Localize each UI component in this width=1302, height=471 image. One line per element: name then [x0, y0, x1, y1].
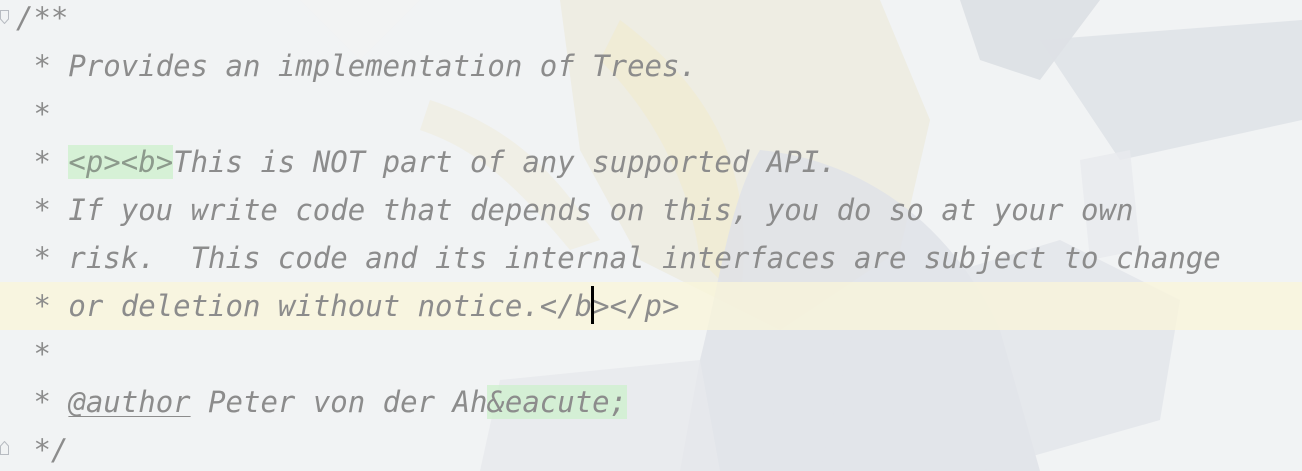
code-line[interactable]: * If you write code that depends on this…: [0, 186, 1302, 234]
current-code-line[interactable]: * or deletion without notice.</b></p>: [0, 282, 1302, 330]
code-text: Peter von der Ah: [190, 385, 488, 419]
code-text: * risk. This code and its internal inter…: [16, 241, 1221, 275]
code-text: /**: [16, 1, 69, 35]
code-line[interactable]: * Provides an implementation of Trees.: [0, 42, 1302, 90]
code-text: This is NOT part of any supported API.: [173, 145, 837, 179]
code-text: */: [16, 433, 69, 467]
html-entity-highlight: &eacute;: [487, 385, 628, 419]
code-editor[interactable]: /** * Provides an implementation of Tree…: [0, 0, 1302, 471]
code-line[interactable]: *: [0, 90, 1302, 138]
javadoc-author-tag: @author: [68, 385, 191, 419]
html-tag-highlight: <p><b>: [68, 145, 174, 179]
code-text: *: [16, 337, 51, 371]
comment-prefix: *: [16, 145, 69, 179]
code-line[interactable]: * <p><b>This is NOT part of any supporte…: [0, 138, 1302, 186]
code-text: * or deletion without notice.</: [16, 289, 575, 323]
code-line[interactable]: * @author Peter von der Ah&eacute;: [0, 378, 1302, 426]
code-line[interactable]: */: [0, 426, 1302, 471]
comment-prefix: *: [16, 385, 69, 419]
code-line[interactable]: /**: [0, 0, 1302, 42]
code-text: *: [16, 97, 51, 131]
code-text: * If you write code that depends on this…: [16, 193, 1134, 227]
text-caret: [591, 286, 594, 324]
code-line[interactable]: * risk. This code and its internal inter…: [0, 234, 1302, 282]
code-text: * Provides an implementation of Trees.: [16, 49, 697, 83]
code-line[interactable]: *: [0, 330, 1302, 378]
